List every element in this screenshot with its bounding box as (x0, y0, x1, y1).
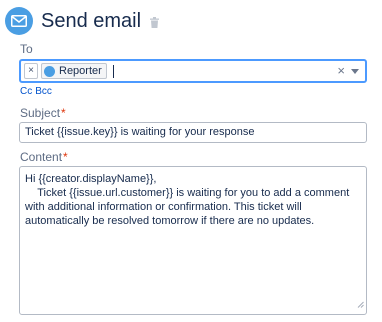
cc-link[interactable]: Cc (20, 86, 32, 97)
required-marker: * (63, 150, 68, 164)
user-avatar-icon (44, 65, 55, 77)
mail-icon (5, 7, 33, 35)
to-label-text: To (20, 42, 33, 56)
subject-input[interactable]: Ticket {{issue.key}} is waiting for your… (19, 122, 367, 143)
remove-chip-button[interactable]: × (24, 63, 38, 79)
subject-label-text: Subject (20, 106, 61, 120)
subject-label: Subject* (20, 106, 66, 120)
trash-icon[interactable] (150, 16, 160, 28)
page-header: Send email (5, 5, 160, 37)
content-line-body: Ticket {{issue.url.customer}} is waiting… (25, 187, 353, 227)
content-line-greeting: Hi {{creator.displayName}}, (25, 173, 157, 185)
cc-bcc-links: Cc Bcc (20, 86, 55, 97)
to-label: To (20, 42, 33, 56)
content-textarea[interactable]: Hi {{creator.displayName}}, Ticket {{iss… (19, 166, 367, 315)
bcc-link[interactable]: Bcc (35, 86, 52, 97)
to-recipient-input[interactable]: × Reporter × (19, 59, 367, 83)
required-marker: * (61, 106, 66, 120)
resize-handle-icon[interactable] (357, 298, 364, 312)
recipient-chip-label: Reporter (59, 65, 102, 77)
content-label-text: Content (20, 150, 63, 164)
text-cursor (112, 64, 114, 78)
content-label: Content* (20, 150, 68, 164)
subject-input-value: Ticket {{issue.key}} is waiting for your… (25, 126, 255, 138)
clear-icon[interactable]: × (337, 63, 345, 78)
recipient-chip[interactable]: Reporter (41, 63, 107, 79)
page-title: Send email (41, 9, 142, 32)
chevron-down-icon[interactable] (351, 69, 359, 74)
